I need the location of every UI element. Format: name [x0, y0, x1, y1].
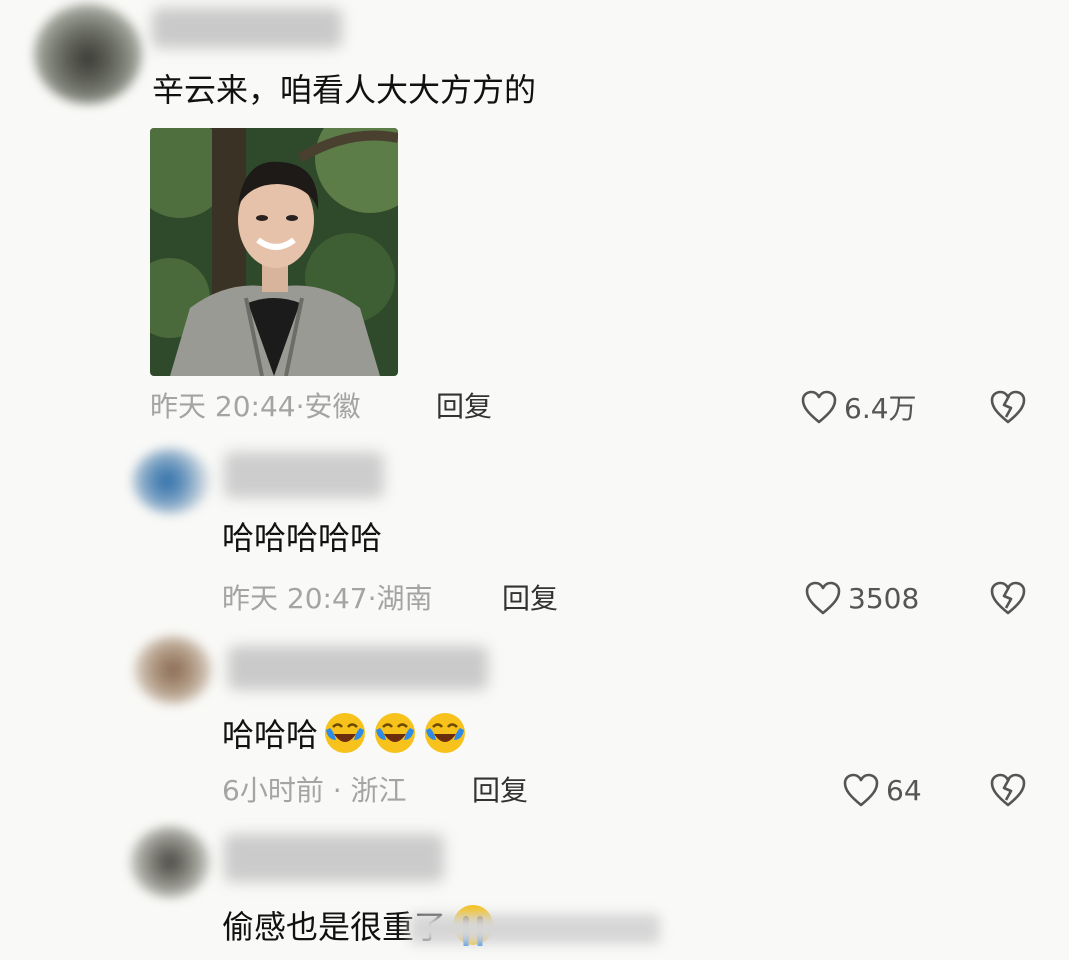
commenter-avatar[interactable]	[130, 826, 210, 898]
laughing-crying-emoji-icon	[425, 713, 466, 753]
reply-button[interactable]: 回复	[472, 774, 528, 808]
laughing-crying-emoji	[318, 713, 468, 754]
commenter-avatar[interactable]	[34, 4, 142, 104]
heart-outline-icon	[801, 390, 837, 424]
like-button[interactable]: 3508	[804, 578, 919, 618]
reply-button[interactable]: 回复	[502, 582, 558, 616]
comment-time: 昨天 20:44	[150, 390, 296, 423]
comment-location: 浙江	[350, 774, 407, 807]
commenter-username-blurred[interactable]	[152, 8, 342, 48]
comment-meta: 昨天 20:44·安徽	[150, 390, 361, 424]
commenter-username-blurred[interactable]	[228, 646, 488, 690]
like-count: 64	[886, 773, 922, 807]
comment-time: 昨天 20:47	[222, 582, 368, 615]
meta-separator: ·	[295, 390, 305, 423]
broken-heart-icon	[990, 390, 1026, 424]
comment-photo[interactable]	[150, 128, 398, 376]
comment-location: 安徽	[304, 390, 361, 423]
like-count: 6.4万	[844, 392, 917, 425]
heart-outline-icon	[805, 581, 841, 615]
laughing-crying-emoji-icon	[375, 713, 416, 753]
comment-location: 湖南	[376, 582, 433, 615]
commenter-username-blurred[interactable]	[224, 452, 384, 498]
broken-heart-icon	[990, 581, 1026, 615]
heart-outline-icon	[843, 773, 879, 807]
dislike-button[interactable]	[988, 578, 1028, 618]
comment-meta: 6小时前 · 浙江	[222, 774, 407, 808]
comment-time: 6小时前	[222, 774, 324, 807]
like-button[interactable]: 64	[842, 770, 922, 810]
like-count: 3508	[848, 581, 920, 615]
broken-heart-icon	[990, 773, 1026, 807]
commenter-avatar[interactable]	[132, 448, 210, 514]
meta-separator: ·	[367, 582, 377, 615]
person-photo-image	[150, 128, 398, 376]
meta-separator: ·	[323, 774, 351, 807]
laughing-crying-emoji-icon	[325, 713, 366, 753]
like-button[interactable]: 6.4万	[800, 387, 917, 427]
dislike-button[interactable]	[988, 770, 1028, 810]
commenter-avatar[interactable]	[134, 636, 212, 704]
reply-button[interactable]: 回复	[436, 390, 492, 424]
comment-text: 哈哈哈	[222, 710, 468, 756]
commenter-username-blurred[interactable]	[224, 834, 444, 882]
comment-text-content: 哈哈哈	[222, 716, 319, 754]
comment-text: 辛云来，咱看人大大方方的	[152, 71, 537, 109]
dislike-button[interactable]	[988, 387, 1028, 427]
watermark-blurred	[410, 914, 660, 944]
comment-text: 哈哈哈哈哈	[222, 519, 383, 557]
comment-meta: 昨天 20:47·湖南	[222, 582, 433, 616]
